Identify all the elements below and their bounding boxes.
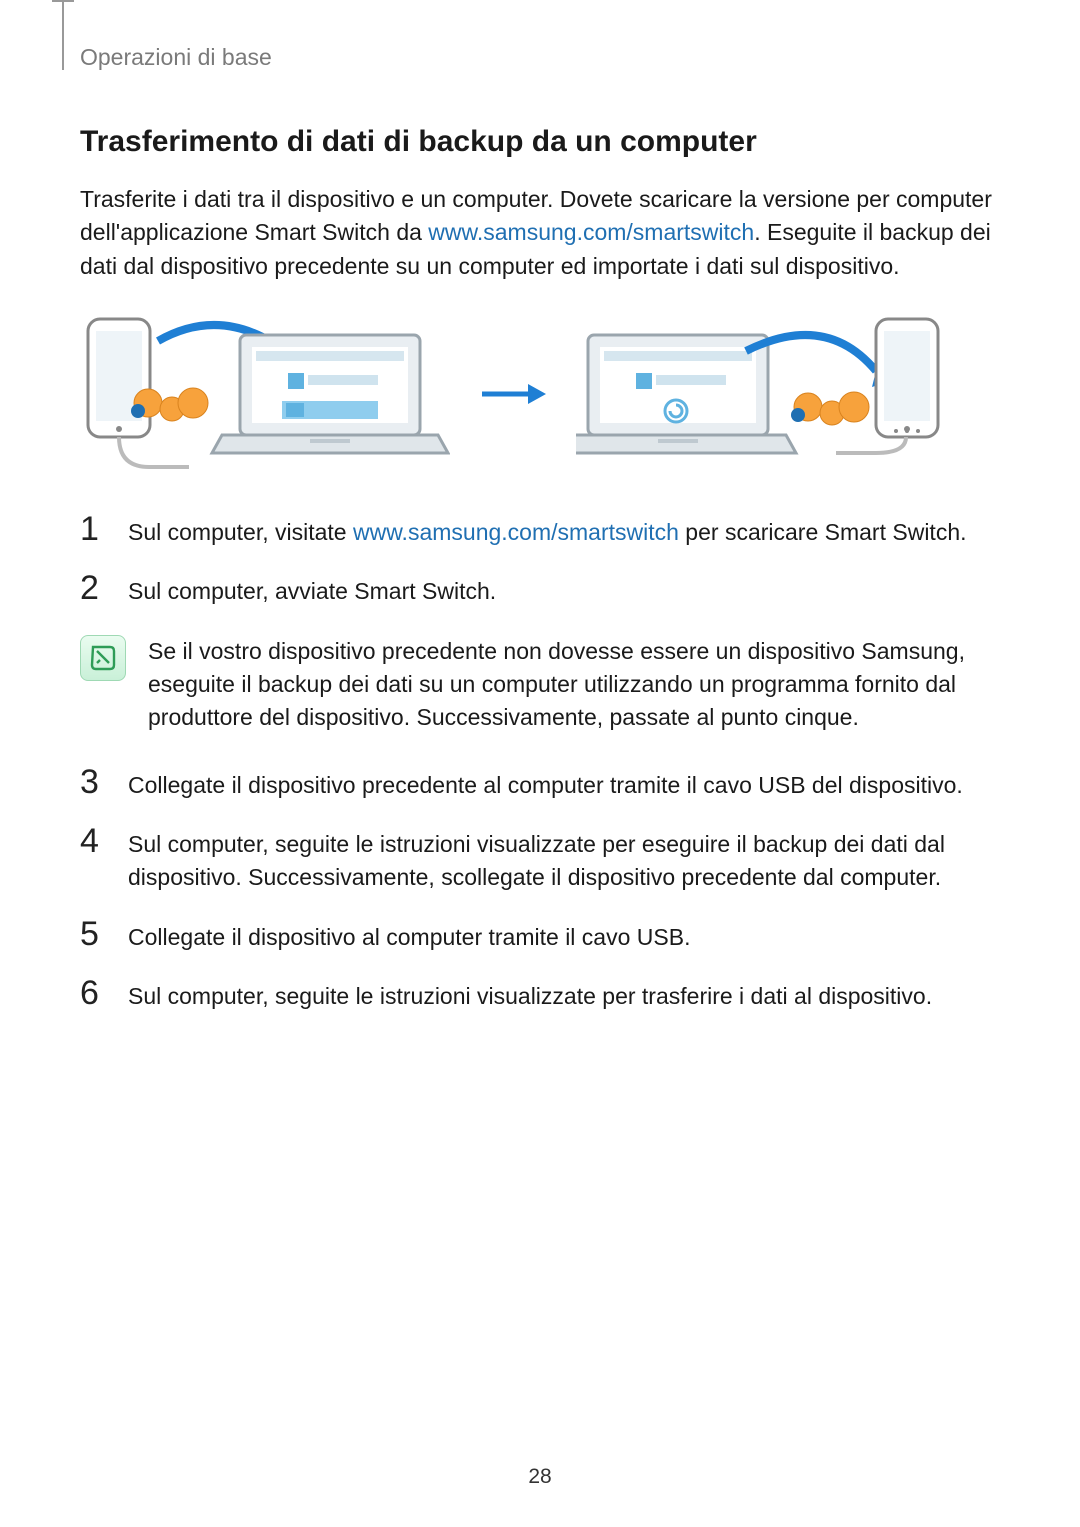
step-4: 4 Sul computer, seguite le istruzioni vi…	[80, 828, 1000, 895]
note-icon	[80, 635, 126, 681]
step-3: 3 Collegate il dispositivo precedente al…	[80, 769, 1000, 802]
step-text: Sul computer, visitate www.samsung.com/s…	[128, 516, 1000, 549]
step-text: Collegate il dispositivo precedente al c…	[128, 769, 1000, 802]
step-5: 5 Collegate il dispositivo al computer t…	[80, 921, 1000, 954]
note-callout: Se il vostro dispositivo precedente non …	[80, 635, 1000, 735]
step-number: 2	[80, 571, 106, 605]
transfer-diagram	[80, 311, 1000, 476]
step-1-after: per scaricare Smart Switch.	[679, 519, 967, 545]
step-number: 4	[80, 824, 106, 858]
step-text: Sul computer, seguite le istruzioni visu…	[128, 980, 1000, 1013]
intro-paragraph: Trasferite i dati tra il dispositivo e u…	[80, 183, 1000, 283]
step-text: Collegate il dispositivo al computer tra…	[128, 921, 1000, 954]
section-label: Operazioni di base	[80, 44, 1000, 71]
diagram-phone-to-laptop	[80, 311, 450, 476]
header-rule	[62, 0, 64, 70]
step-number: 5	[80, 917, 106, 951]
page-number: 28	[0, 1465, 1080, 1489]
page-heading: Trasferimento di dati di backup da un co…	[80, 125, 1000, 159]
step-text: Sul computer, avviate Smart Switch.	[128, 575, 1000, 608]
arrow-right-icon	[478, 374, 548, 414]
step-1: 1 Sul computer, visitate www.samsung.com…	[80, 516, 1000, 549]
step-number: 1	[80, 512, 106, 546]
note-text: Se il vostro dispositivo precedente non …	[148, 635, 1000, 735]
step-6: 6 Sul computer, seguite le istruzioni vi…	[80, 980, 1000, 1013]
step-number: 3	[80, 765, 106, 799]
diagram-laptop-to-phone	[576, 311, 946, 476]
intro-link[interactable]: www.samsung.com/smartswitch	[428, 219, 754, 245]
step-text: Sul computer, seguite le istruzioni visu…	[128, 828, 1000, 895]
step-1-link[interactable]: www.samsung.com/smartswitch	[353, 519, 679, 545]
step-1-before: Sul computer, visitate	[128, 519, 353, 545]
step-2: 2 Sul computer, avviate Smart Switch.	[80, 575, 1000, 608]
step-number: 6	[80, 976, 106, 1010]
